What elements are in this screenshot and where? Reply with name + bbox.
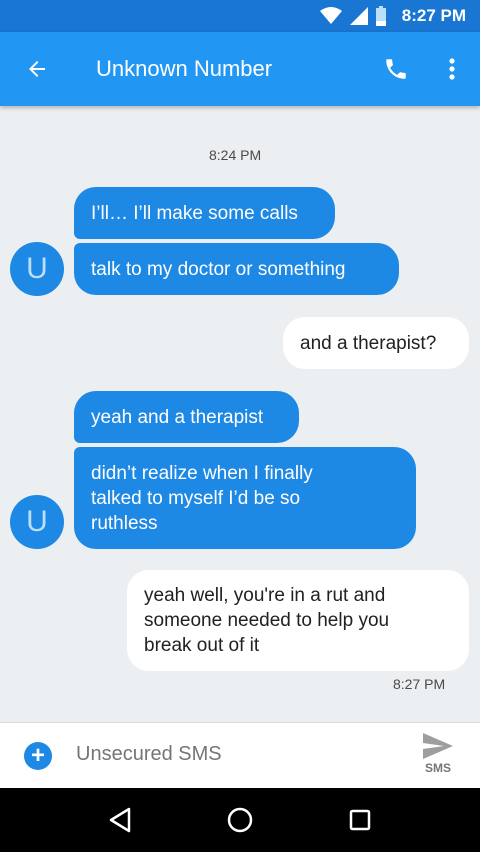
send-label: SMS	[424, 761, 451, 775]
status-time: 8:27 PM	[401, 6, 466, 25]
nav-home-button[interactable]	[216, 796, 264, 844]
message-bubble-outgoing[interactable]: yeah well, you're in a rut and someone n…	[127, 570, 469, 671]
send-button[interactable]: SMS	[418, 733, 458, 781]
back-button[interactable]	[0, 32, 74, 106]
timestamp: 8:27 PM	[393, 676, 446, 692]
message-bubble-incoming[interactable]: didn’t realize when I finally talked to …	[74, 447, 416, 549]
message-text: talk to my doctor or something	[91, 258, 346, 280]
message-bubble-outgoing[interactable]: and a therapist?	[283, 317, 469, 369]
more-vert-icon	[449, 58, 455, 80]
wifi-icon	[319, 7, 342, 25]
message-text: I’ll… I’ll make some calls	[91, 202, 298, 224]
message-line: didn’t realize when I finally	[91, 462, 313, 484]
nav-back-button[interactable]	[96, 796, 144, 844]
status-bar: 8:27 PM	[0, 0, 480, 32]
nav-recents-button[interactable]	[336, 796, 384, 844]
compose-bar: + SMS	[0, 722, 480, 788]
back-triangle-icon	[109, 807, 131, 833]
call-button[interactable]	[368, 32, 424, 106]
avatar[interactable]: U	[10, 242, 64, 296]
message-line: yeah well, you're in a rut and	[144, 585, 386, 606]
message-bubble-incoming[interactable]: yeah and a therapist	[74, 391, 299, 443]
conversation-title: Unknown Number	[96, 56, 273, 81]
add-attachment-button[interactable]: +	[24, 742, 52, 770]
message-text: and a therapist?	[300, 332, 437, 354]
message-line: ruthless	[91, 512, 158, 534]
message-line: someone needed to help you	[144, 610, 390, 631]
home-circle-icon	[227, 807, 253, 833]
message-bubble-incoming[interactable]: talk to my doctor or something	[74, 243, 399, 295]
send-icon	[423, 733, 453, 759]
timestamp: 8:24 PM	[209, 147, 262, 163]
cell-signal-icon	[349, 7, 368, 25]
message-text: yeah and a therapist	[91, 406, 264, 428]
message-bubble-incoming[interactable]: I’ll… I’ll make some calls	[74, 187, 335, 239]
message-line: talked to myself I’d be so	[91, 487, 301, 509]
battery-icon	[375, 6, 386, 26]
recents-square-icon	[349, 809, 371, 831]
app-bar: Unknown Number	[0, 32, 480, 106]
message-list[interactable]: 8:24 PM I’ll… I’ll make some calls talk …	[0, 106, 480, 722]
avatar[interactable]: U	[10, 495, 64, 549]
message-input[interactable]	[76, 743, 396, 766]
avatar-initial: U	[26, 252, 48, 285]
phone-icon	[386, 59, 406, 79]
avatar-initial: U	[26, 505, 48, 538]
arrow-back-icon	[29, 61, 45, 77]
message-line: break out of it	[144, 635, 260, 656]
system-nav-bar	[0, 788, 480, 852]
add-circle-icon: +	[30, 742, 45, 769]
overflow-menu-button[interactable]	[424, 32, 480, 106]
